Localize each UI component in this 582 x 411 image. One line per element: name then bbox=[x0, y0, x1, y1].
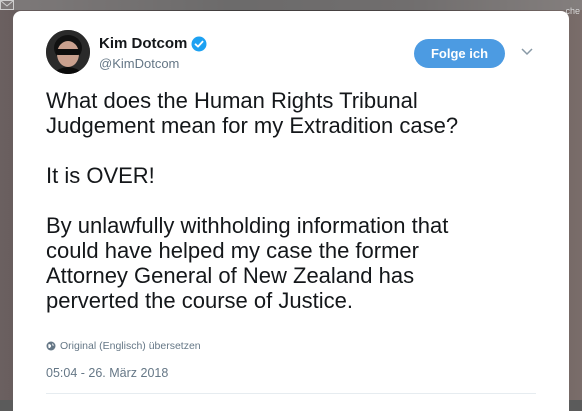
tweet-line: perverted the course of Justice. bbox=[46, 288, 353, 313]
tweet-line: By unlawfully withholding information th… bbox=[46, 213, 449, 238]
tweet-timestamp[interactable]: 05:04 - 26. März 2018 bbox=[46, 366, 168, 380]
avatar-image bbox=[46, 30, 90, 74]
background-toolbar-strip bbox=[0, 0, 582, 10]
tweet-line: It is OVER! bbox=[46, 163, 155, 188]
translate-link[interactable]: Original (Englisch) übersetzen bbox=[46, 340, 201, 352]
author-name[interactable]: Kim Dotcom bbox=[99, 35, 187, 52]
chevron-down-icon[interactable] bbox=[520, 47, 534, 57]
tweet-line: Attorney General of New Zealand has bbox=[46, 263, 415, 288]
tweet-line: What does the Human Rights Tribunal bbox=[46, 88, 418, 113]
translate-label[interactable]: Original (Englisch) übersetzen bbox=[60, 340, 201, 352]
following-button[interactable]: Folge ich bbox=[414, 39, 505, 68]
verified-badge-icon bbox=[191, 36, 207, 51]
author-name-row[interactable]: Kim Dotcom bbox=[99, 35, 207, 52]
tweet-line: Judgement mean for my Extradition case? bbox=[46, 113, 459, 138]
avatar[interactable] bbox=[46, 30, 90, 74]
tweet-text: What does the Human Rights Tribunal Judg… bbox=[46, 88, 546, 313]
tweet-modal: Kim Dotcom @KimDotcom Folge ich What doe… bbox=[13, 11, 569, 411]
envelope-icon bbox=[0, 0, 14, 10]
tweet-line: could have helped my case the former bbox=[46, 238, 419, 263]
divider bbox=[46, 393, 536, 394]
globe-icon bbox=[46, 341, 56, 351]
author-handle[interactable]: @KimDotcom bbox=[99, 56, 179, 71]
